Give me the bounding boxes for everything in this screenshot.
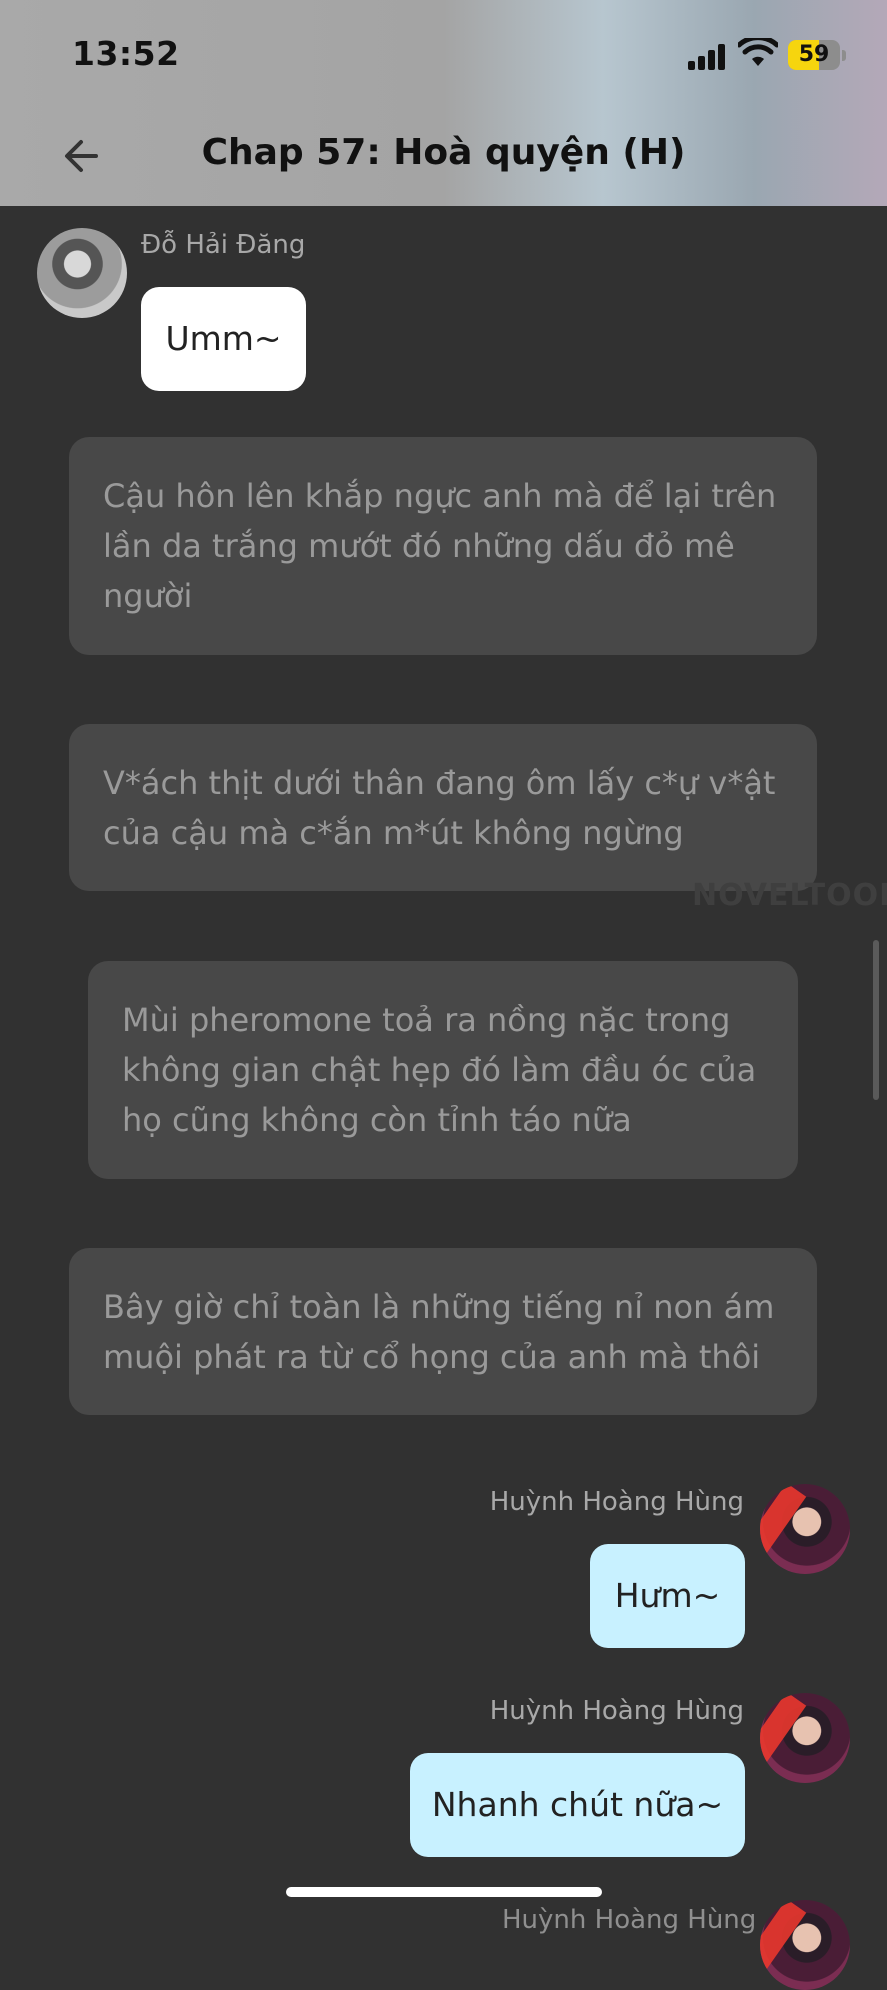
back-button[interactable]: [56, 130, 108, 182]
speaker-name: Huỳnh Hoàng Hùng: [489, 1487, 744, 1517]
narration-block: Bây giờ chỉ toàn là những tiếng nỉ non á…: [69, 1248, 817, 1415]
home-indicator[interactable]: [286, 1887, 602, 1897]
avatar[interactable]: [760, 1484, 850, 1574]
battery-level: 59: [798, 42, 830, 67]
battery-icon: 59: [788, 40, 840, 70]
page-title: Chap 57: Hoà quyện (H): [201, 132, 686, 173]
narration-block: Mùi pheromone toả ra nồng nặc trong khôn…: [88, 961, 798, 1179]
top-bar: 13:52 59 Chap 57: Hoà quyện (H): [0, 0, 887, 206]
speaker-name: Huỳnh Hoàng Hùng: [502, 1905, 757, 1935]
avatar[interactable]: [37, 228, 127, 318]
chat-bubble: Hưm~: [590, 1544, 745, 1648]
cellular-signal-icon: [688, 42, 728, 70]
avatar[interactable]: [760, 1900, 850, 1990]
speaker-name: Đỗ Hải Đăng: [141, 230, 306, 260]
narration-block: Cậu hôn lên khắp ngực anh mà để lại trên…: [69, 437, 817, 655]
wifi-icon: [738, 38, 778, 66]
watermark: NOVELTOON: [692, 878, 887, 913]
chat-bubble: Umm~: [141, 287, 306, 391]
avatar[interactable]: [760, 1693, 850, 1783]
status-time: 13:52: [72, 34, 180, 73]
speaker-name: Huỳnh Hoàng Hùng: [489, 1696, 744, 1726]
chat-bubble: Nhanh chút nữa~: [410, 1753, 745, 1857]
scrollbar[interactable]: [873, 940, 879, 1100]
narration-block: V*ách thịt dưới thân đang ôm lấy c*ự v*ậ…: [69, 724, 817, 891]
